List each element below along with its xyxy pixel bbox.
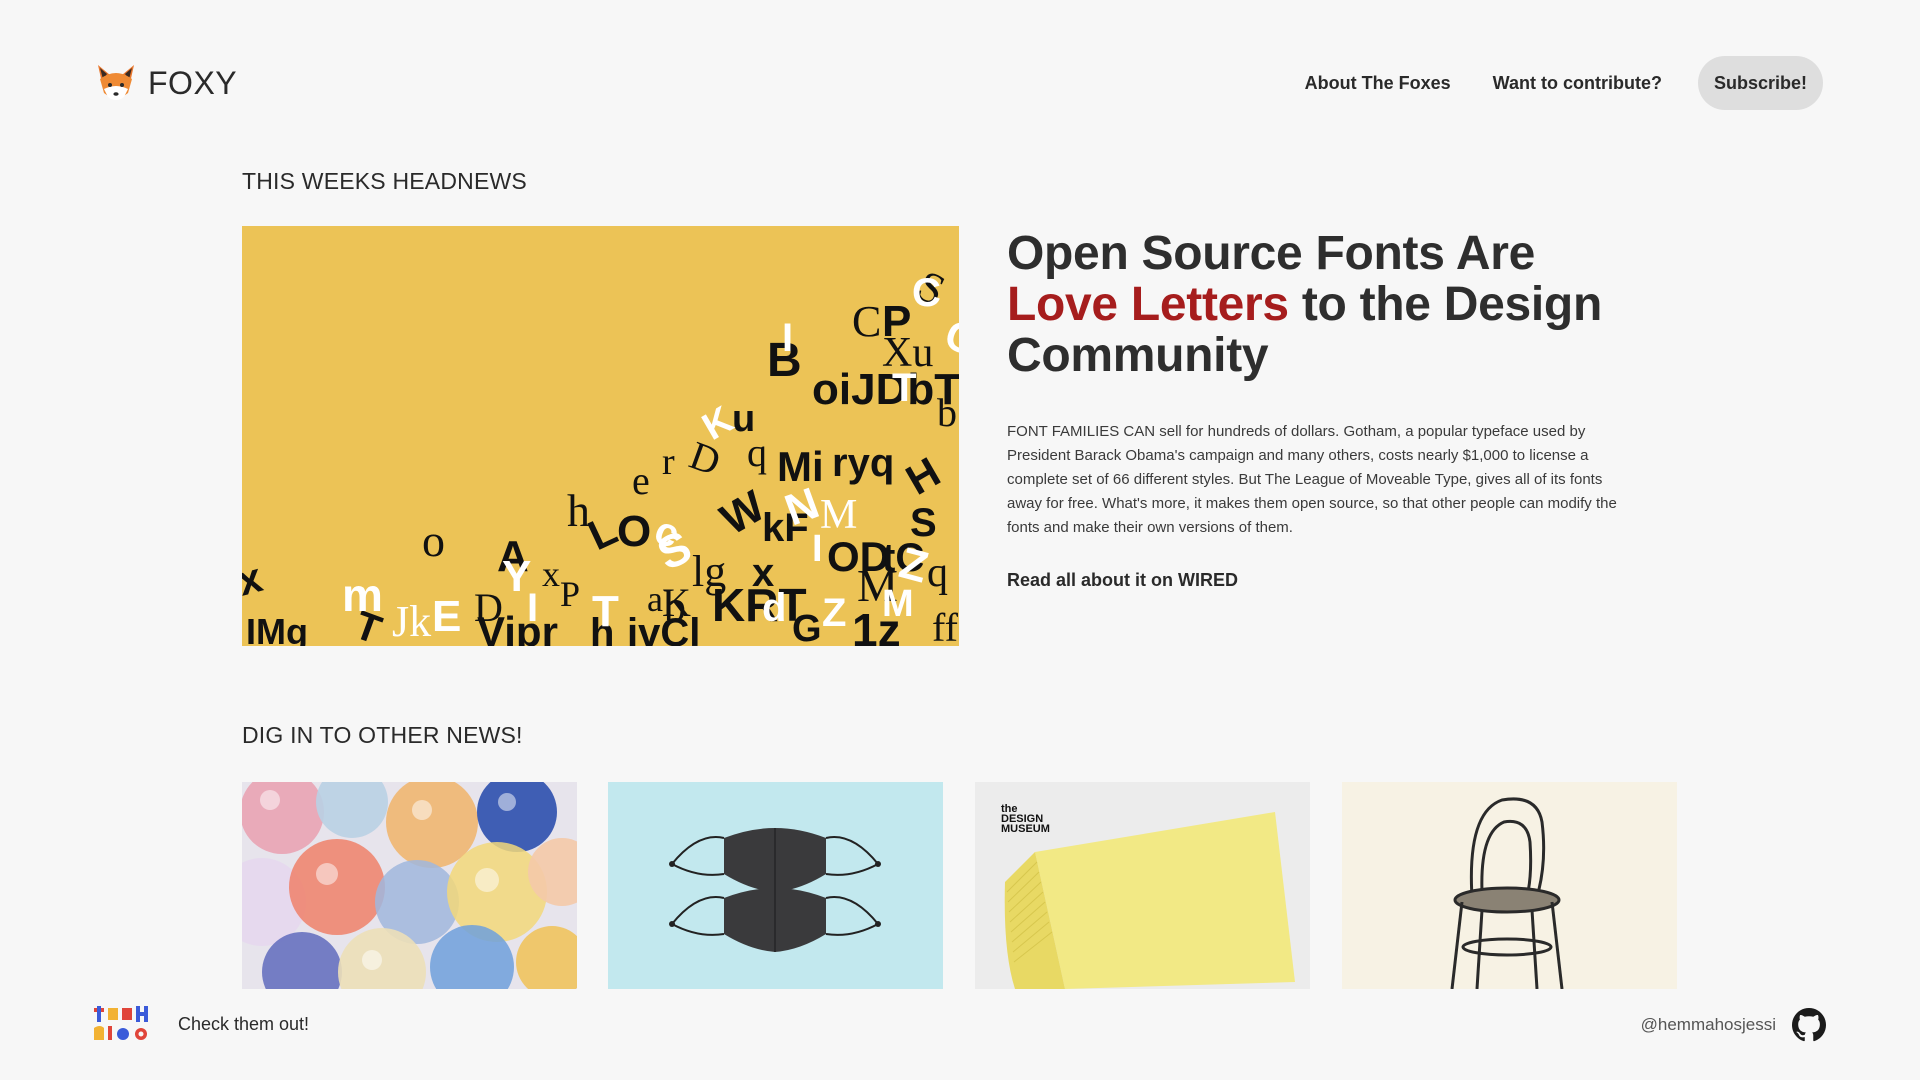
svg-text:m: m <box>342 569 383 621</box>
svg-text:D: D <box>474 585 503 630</box>
svg-text:Jk: Jk <box>392 597 431 646</box>
brand-logo[interactable]: FOXY <box>94 62 237 104</box>
techmeco-logo-icon[interactable] <box>94 1006 152 1042</box>
read-more-link[interactable]: Read all about it on WIRED <box>1007 570 1238 591</box>
svg-text:O: O <box>617 507 651 556</box>
news-thumbnail-sticky-notes[interactable]: the DESIGN MUSEUM <box>975 782 1310 989</box>
svg-text:IMg: IMg <box>246 611 308 646</box>
svg-text:I: I <box>527 586 538 630</box>
headline-part1: Open Source Fonts Are <box>1007 227 1536 280</box>
site-header: FOXY About The Foxes Want to contribute?… <box>0 0 1920 165</box>
svg-text:Z: Z <box>822 591 846 635</box>
author-handle-link[interactable]: @hemmahosjessi <box>1641 1015 1776 1035</box>
svg-text:d: d <box>762 586 786 630</box>
github-icon[interactable] <box>1792 1008 1826 1042</box>
subscribe-button[interactable]: Subscribe! <box>1697 56 1823 110</box>
bentwood-chair-image <box>1342 782 1677 989</box>
footer-check-link[interactable]: Check them out! <box>178 1014 309 1035</box>
article-excerpt: FONT FAMILIES CAN sell for hundreds of d… <box>1007 423 1617 536</box>
footer-right: @hemmahosjessi <box>1641 1008 1826 1042</box>
brand-name: FOXY <box>148 64 238 101</box>
svg-text:M: M <box>882 583 914 625</box>
headline-accent: Love Letters <box>1007 278 1289 331</box>
svg-text:C: C <box>912 271 941 315</box>
svg-text:o: o <box>422 515 445 566</box>
svg-text:q: q <box>927 550 948 596</box>
other-news-section-title: DIG IN TO OTHER NEWS! <box>242 722 523 748</box>
svg-text:M: M <box>820 492 857 538</box>
face-masks-image <box>608 782 943 989</box>
svg-text:K: K <box>662 580 691 625</box>
svg-text:r: r <box>662 441 675 483</box>
main-nav: About The Foxes Want to contribute? Subs… <box>1284 56 1823 110</box>
svg-text:G: G <box>792 608 822 646</box>
footer-left: Check them out! <box>94 1006 309 1042</box>
nav-about-link[interactable]: About The Foxes <box>1284 56 1472 110</box>
news-thumbnail-marbles[interactable] <box>242 782 577 989</box>
news-thumbnail-chair[interactable] <box>1342 782 1677 989</box>
news-thumbnail-masks[interactable] <box>608 782 943 989</box>
fox-face-icon <box>98 65 134 100</box>
svg-text:e: e <box>632 458 650 503</box>
hero-letters-image[interactable]: x IMg T o A Vipr h x D P L O e a h ivCl … <box>242 226 959 646</box>
svg-text:P: P <box>560 574 580 614</box>
thumb-caption-line3: MUSEUM <box>1001 823 1050 835</box>
glass-marbles-image <box>242 782 577 989</box>
svg-text:C: C <box>852 297 881 346</box>
headnews-section-title: THIS WEEKS HEADNEWS <box>242 168 527 194</box>
svg-text:T: T <box>592 587 619 636</box>
svg-text:b: b <box>937 390 957 435</box>
svg-text:ff: ff <box>932 605 959 646</box>
svg-text:ryq: ryq <box>832 441 894 485</box>
svg-text:I: I <box>782 316 793 360</box>
svg-text:I: I <box>812 528 823 570</box>
svg-text:E: E <box>432 592 461 641</box>
svg-text:P: P <box>882 297 911 346</box>
svg-text:x: x <box>542 554 560 594</box>
scattered-letters-illustration: x IMg T o A Vipr h x D P L O e a h ivCl … <box>242 226 959 646</box>
nav-contribute-link[interactable]: Want to contribute? <box>1472 56 1683 110</box>
svg-text:T: T <box>892 366 916 410</box>
sticky-notes-image: the DESIGN MUSEUM <box>975 782 1310 989</box>
headline: Open Source Fonts Are Love Letters to th… <box>1007 228 1647 381</box>
